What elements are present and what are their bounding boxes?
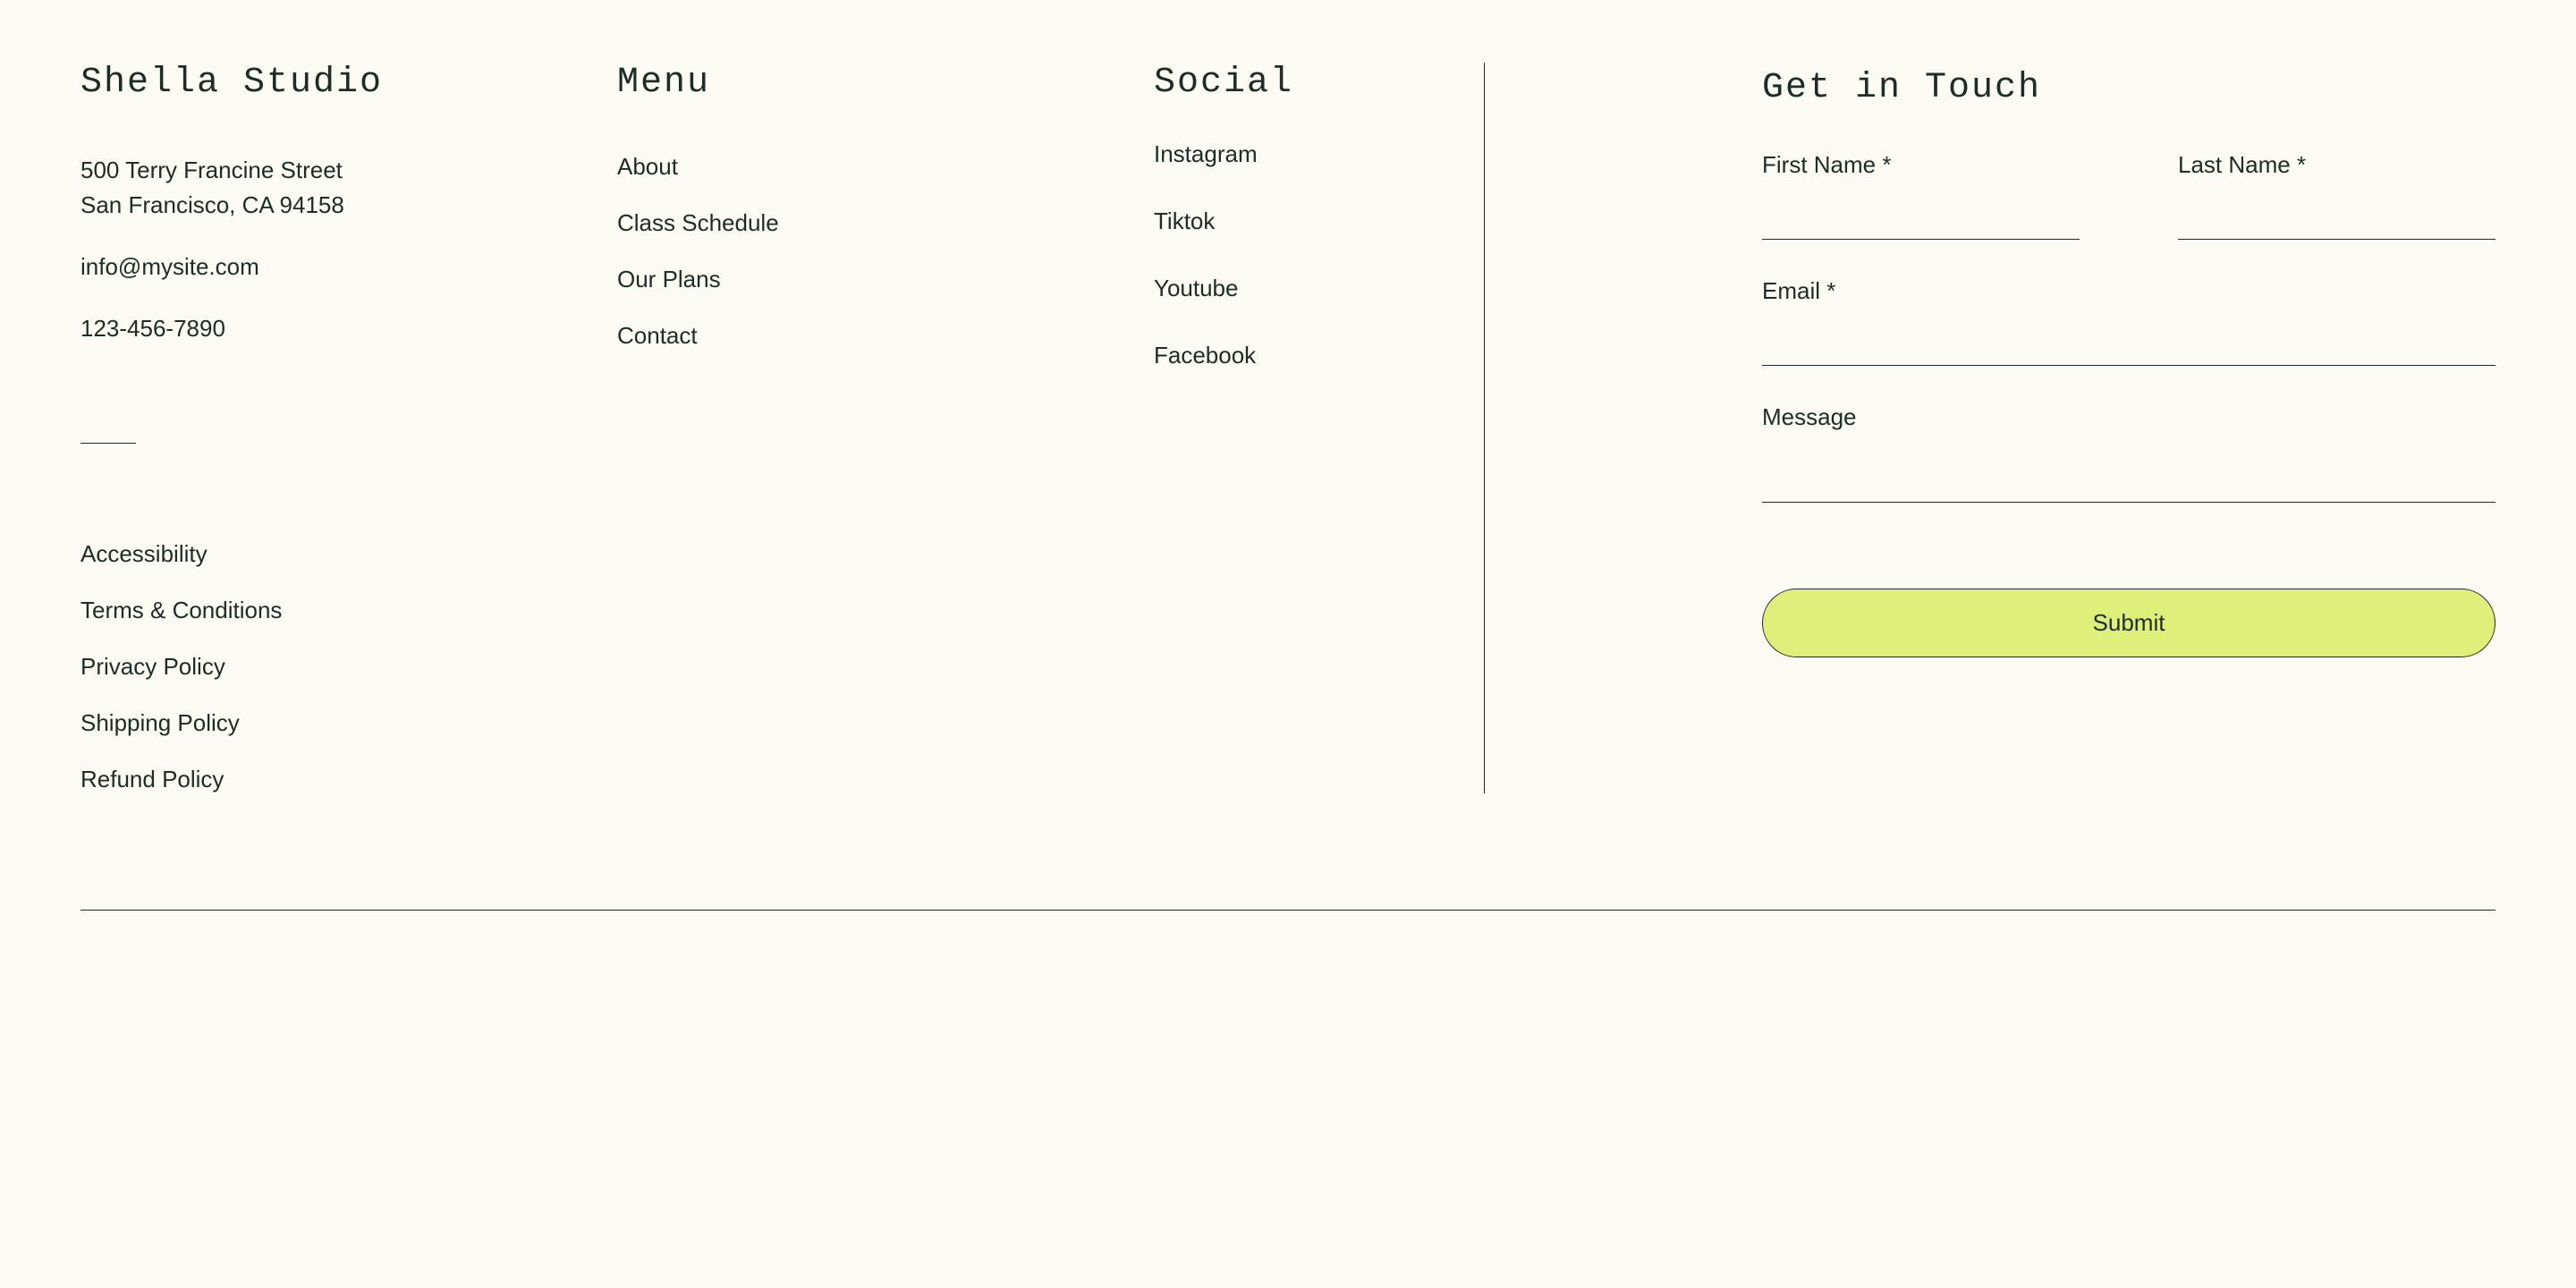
social-link-youtube[interactable]: Youtube	[1154, 275, 1430, 302]
policy-link-accessibility[interactable]: Accessibility	[80, 540, 617, 568]
social-link-facebook[interactable]: Facebook	[1154, 342, 1430, 369]
submit-button[interactable]: Submit	[1762, 589, 2496, 657]
brand-column: Shella Studio 500 Terry Francine Street …	[80, 63, 617, 793]
social-list: Instagram Tiktok Youtube Facebook	[1154, 140, 1430, 369]
last-name-label: Last Name *	[2178, 151, 2496, 179]
social-column: Social Instagram Tiktok Youtube Facebook	[1154, 63, 1485, 793]
brand-name: Shella Studio	[80, 63, 617, 103]
message-input[interactable]	[1762, 447, 2496, 503]
menu-link-schedule[interactable]: Class Schedule	[617, 209, 1154, 237]
social-link-tiktok[interactable]: Tiktok	[1154, 208, 1430, 235]
last-name-input[interactable]	[2178, 195, 2496, 240]
email-link[interactable]: info@mysite.com	[80, 250, 617, 284]
form-heading: Get in Touch	[1762, 68, 2496, 108]
address-block: 500 Terry Francine Street San Francisco,…	[80, 153, 617, 223]
contact-form-column: Get in Touch First Name * Last Name * Em…	[1485, 63, 2496, 793]
social-link-instagram[interactable]: Instagram	[1154, 140, 1430, 168]
contact-block: info@mysite.com 123-456-7890	[80, 250, 617, 373]
menu-column: Menu About Class Schedule Our Plans Cont…	[617, 63, 1154, 793]
email-input[interactable]	[1762, 321, 2496, 366]
email-field-container: Email *	[1762, 277, 2496, 366]
menu-link-plans[interactable]: Our Plans	[617, 266, 1154, 293]
phone-link[interactable]: 123-456-7890	[80, 311, 617, 346]
small-divider	[80, 443, 136, 444]
first-name-input[interactable]	[1762, 195, 2080, 240]
policies-list: Accessibility Terms & Conditions Privacy…	[80, 540, 617, 793]
menu-list: About Class Schedule Our Plans Contact	[617, 153, 1154, 350]
menu-link-about[interactable]: About	[617, 153, 1154, 181]
menu-link-contact[interactable]: Contact	[617, 322, 1154, 350]
last-name-field: Last Name *	[2178, 151, 2496, 240]
email-label: Email *	[1762, 277, 2496, 305]
message-label: Message	[1762, 403, 2496, 431]
footer-container: Shella Studio 500 Terry Francine Street …	[80, 63, 2496, 911]
policy-link-privacy[interactable]: Privacy Policy	[80, 653, 617, 681]
address-line-2: San Francisco, CA 94158	[80, 188, 617, 223]
first-name-label: First Name *	[1762, 151, 2080, 179]
policy-link-terms[interactable]: Terms & Conditions	[80, 597, 617, 624]
menu-heading: Menu	[617, 63, 1154, 103]
first-name-field: First Name *	[1762, 151, 2080, 240]
policy-link-refund[interactable]: Refund Policy	[80, 766, 617, 793]
policy-link-shipping[interactable]: Shipping Policy	[80, 709, 617, 737]
social-heading: Social	[1154, 63, 1430, 103]
form-row-names: First Name * Last Name *	[1762, 151, 2496, 240]
message-field-container: Message	[1762, 403, 2496, 503]
address-line-1: 500 Terry Francine Street	[80, 153, 617, 188]
